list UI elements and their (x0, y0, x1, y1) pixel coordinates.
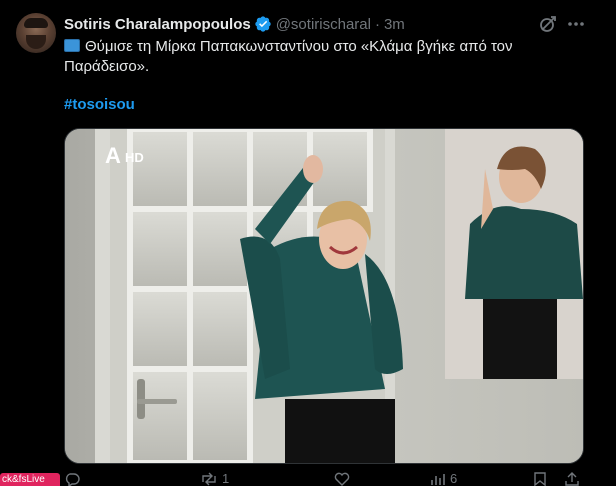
video-frame: A HD (65, 129, 583, 463)
retweet-count: 1 (222, 471, 230, 486)
woman-skirt (285, 399, 395, 463)
grok-icon[interactable] (538, 14, 558, 34)
tv-icon (64, 39, 80, 52)
tweet-media-video[interactable]: A HD (64, 128, 584, 464)
channel-logo-letter: A (105, 143, 121, 168)
channel-logo-hd: HD (125, 150, 144, 165)
live-badge[interactable]: ck&fsLive (0, 473, 60, 486)
views-count: 6 (450, 471, 458, 486)
more-options-icon[interactable] (566, 14, 586, 34)
hashtag-link[interactable]: #tosoisou (64, 96, 135, 113)
retweet-icon[interactable] (200, 472, 218, 486)
share-icon[interactable] (564, 472, 580, 486)
like-icon[interactable] (334, 472, 350, 486)
views-icon[interactable] (430, 472, 446, 486)
tweet-text-line2: Παράδεισο». (64, 58, 150, 75)
bookmark-icon[interactable] (532, 472, 548, 486)
action-bar: 1 6 (64, 472, 584, 486)
tweet-time[interactable]: 3m (384, 16, 405, 33)
separator-dot: · (374, 15, 380, 33)
reply-icon[interactable] (64, 472, 80, 486)
verified-badge-icon (255, 16, 271, 32)
tweet-header: Sotiris Charalampopoulos @sotirischaral … (64, 14, 405, 34)
author-name[interactable]: Sotiris Charalampopoulos (64, 16, 251, 33)
avatar[interactable] (16, 13, 56, 53)
tweet-text: Θύμισε τη Μίρκα Παπακωνσταντίνου στο «Κλ… (64, 37, 584, 77)
author-handle[interactable]: @sotirischaral (276, 16, 371, 33)
tweet[interactable]: Sotiris Charalampopoulos @sotirischaral … (0, 0, 616, 486)
tweet-text-line1: Θύμισε τη Μίρκα Παπακωνσταντίνου στο «Κλ… (85, 38, 513, 55)
